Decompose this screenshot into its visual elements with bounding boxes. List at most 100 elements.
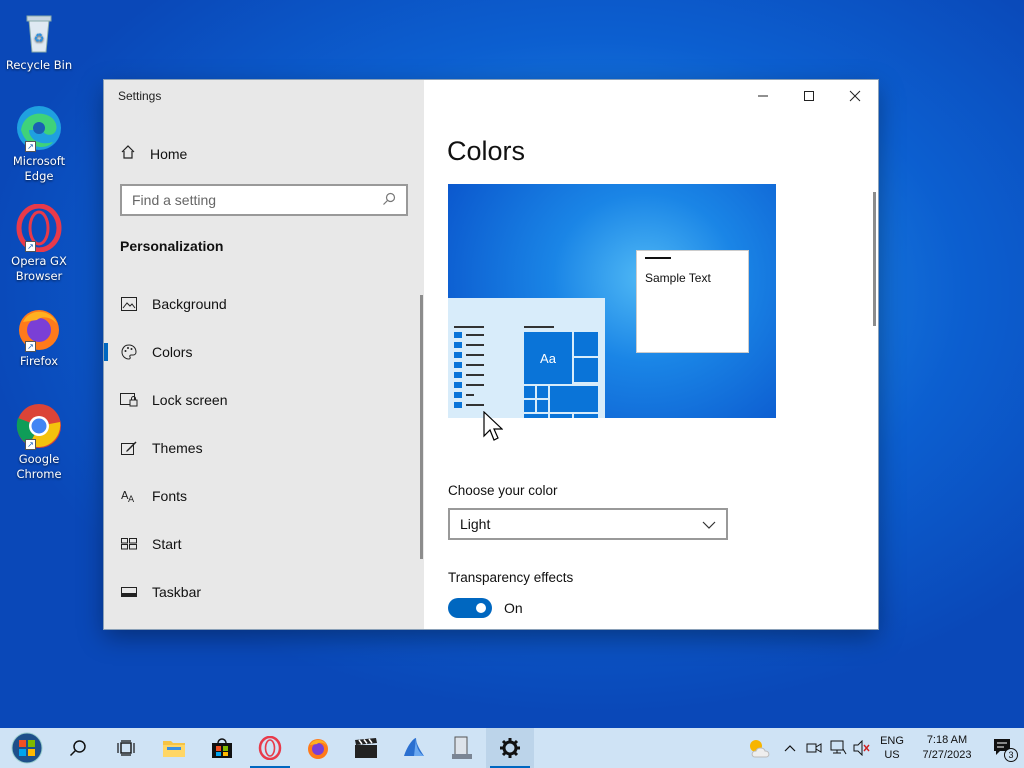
taskbar-video-editor[interactable] <box>342 728 390 768</box>
clock-time: 7:18 AM <box>926 734 968 746</box>
minimize-icon <box>758 95 768 97</box>
folder-icon <box>163 741 185 757</box>
chevron-up-icon <box>784 745 796 752</box>
chrome-icon: ↗ <box>15 402 63 450</box>
search-input[interactable] <box>132 192 372 208</box>
desktop-icon-firefox[interactable]: ↗ Firefox <box>4 304 74 369</box>
search-icon <box>69 740 86 757</box>
sidebar-nav: Background Colors Lock screen Themes A A… <box>104 280 424 616</box>
desktop-icon-label: Microsoft Edge <box>12 154 66 183</box>
sidebar-scrollbar[interactable] <box>420 295 423 559</box>
network-button[interactable] <box>826 728 850 768</box>
sidebar-item-label: Colors <box>152 344 193 360</box>
desktop-icon-recycle-bin[interactable]: ♻ Recycle Bin <box>4 8 74 73</box>
transparency-label: Transparency effects <box>448 570 574 585</box>
weather-icon <box>750 740 770 758</box>
show-hidden-icons-button[interactable] <box>778 728 802 768</box>
taskbar-search-button[interactable] <box>54 728 102 768</box>
desktop-icon-opera-gx[interactable]: ↗ Opera GX Browser <box>4 203 74 284</box>
sidebar-item-background[interactable]: Background <box>104 280 424 328</box>
camera-icon <box>806 743 822 753</box>
chevron-down-icon <box>702 516 716 532</box>
sidebar-item-label: Taskbar <box>152 584 202 600</box>
mouse-cursor-icon <box>483 410 504 447</box>
windows-start-icon <box>11 732 43 764</box>
desktop-icon-label: Firefox <box>19 354 59 368</box>
window-controls <box>740 80 878 112</box>
search-icon[interactable] <box>382 191 396 210</box>
preview-sample-text: Sample Text <box>645 271 711 285</box>
sidebar-item-themes[interactable]: Themes <box>104 424 424 472</box>
maximize-button[interactable] <box>786 80 832 112</box>
recycle-bin-icon: ♻ <box>15 8 63 56</box>
clapperboard-icon <box>355 738 377 758</box>
sidebar-item-taskbar[interactable]: Taskbar <box>104 568 424 616</box>
opera-gx-icon <box>258 736 282 760</box>
start-button[interactable] <box>0 728 54 768</box>
sidebar-item-fonts[interactable]: AA Fonts <box>104 472 424 520</box>
transparency-toggle[interactable] <box>448 598 492 618</box>
firefox-icon <box>308 739 328 759</box>
preview-start-menu: Aa <box>448 298 605 418</box>
settings-window: Settings Home Personalization Background <box>104 80 878 629</box>
sidebar-item-label: Themes <box>152 440 203 456</box>
minimize-button[interactable] <box>740 80 786 112</box>
search-box[interactable] <box>120 184 408 216</box>
desktop-icon-chrome[interactable]: ↗ Google Chrome <box>4 402 74 482</box>
section-title: Personalization <box>120 238 224 254</box>
lang-bottom: US <box>884 749 900 761</box>
edge-icon: ↗ <box>15 104 63 152</box>
opera-gx-icon: ↗ <box>15 203 63 253</box>
palette-icon <box>120 343 138 361</box>
home-link[interactable]: Home <box>120 144 187 163</box>
sidebar-item-colors[interactable]: Colors <box>104 328 424 376</box>
language-indicator[interactable]: ENG US <box>874 734 910 762</box>
color-preview: Aa Sample Text <box>448 184 776 418</box>
settings-content: Colors Aa Sample Text Choose your color … <box>424 80 878 629</box>
meet-now-button[interactable] <box>802 728 826 768</box>
taskbar-firefox[interactable] <box>294 728 342 768</box>
clock[interactable]: 7:18 AM 7/27/2023 <box>910 733 984 763</box>
volume-muted-icon <box>853 740 870 756</box>
svg-text:♻: ♻ <box>34 31 45 45</box>
desktop-icon-label: Recycle Bin <box>5 58 73 72</box>
volume-button[interactable] <box>850 728 874 768</box>
clock-date: 7/27/2023 <box>922 749 972 761</box>
sidebar-item-label: Fonts <box>152 488 188 504</box>
image-icon <box>120 295 138 313</box>
maximize-icon <box>804 91 814 101</box>
lang-top: ENG <box>880 735 904 747</box>
weather-button[interactable] <box>742 728 778 768</box>
taskbar-settings[interactable] <box>486 728 534 768</box>
choose-color-select[interactable]: Light <box>448 508 728 540</box>
close-button[interactable] <box>832 80 878 112</box>
taskbar-store[interactable] <box>198 728 246 768</box>
sidebar-item-lock-screen[interactable]: Lock screen <box>104 376 424 424</box>
choose-color-value: Light <box>460 516 491 532</box>
taskbar-opera-gx[interactable] <box>246 728 294 768</box>
themes-icon <box>120 439 138 457</box>
action-center-button[interactable]: 3 <box>984 728 1024 768</box>
start-icon <box>120 535 138 553</box>
home-icon <box>120 144 136 163</box>
document-app-icon <box>452 736 472 759</box>
desktop-icon-edge[interactable]: ↗ Microsoft Edge <box>4 104 74 184</box>
preview-tile-text: Aa <box>524 332 572 384</box>
window-title: Settings <box>118 89 162 103</box>
task-view-icon <box>117 740 135 756</box>
taskbar-app-blue[interactable] <box>390 728 438 768</box>
taskbar-icon <box>120 583 138 601</box>
sidebar-item-label: Lock screen <box>152 392 228 408</box>
gear-icon <box>500 738 520 758</box>
taskbar: ENG US 7:18 AM 7/27/2023 3 <box>0 728 1024 768</box>
task-view-button[interactable] <box>102 728 150 768</box>
taskbar-file-explorer[interactable] <box>150 728 198 768</box>
taskbar-app-document[interactable] <box>438 728 486 768</box>
sidebar-item-label: Start <box>152 536 182 552</box>
close-icon <box>849 90 861 102</box>
svg-text:A: A <box>128 495 135 503</box>
sidebar-item-start[interactable]: Start <box>104 520 424 568</box>
content-scrollbar[interactable] <box>873 192 876 326</box>
page-title: Colors <box>447 136 526 166</box>
home-label: Home <box>150 145 188 162</box>
